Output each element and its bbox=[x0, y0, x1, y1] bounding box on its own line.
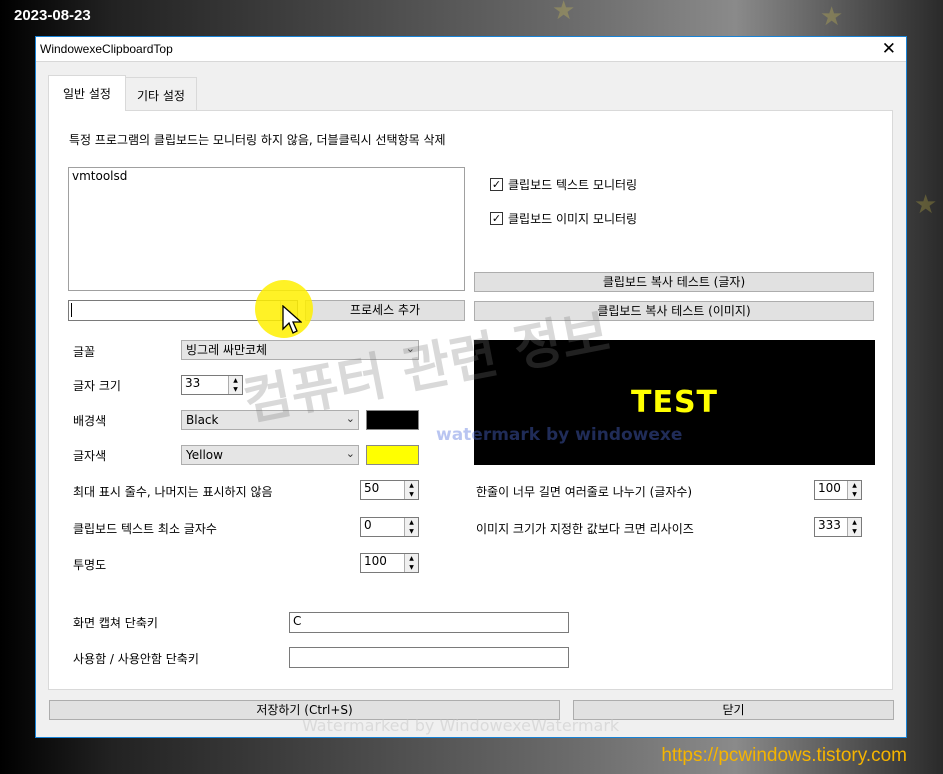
close-button[interactable]: 닫기 bbox=[573, 700, 894, 720]
spin-down-icon[interactable]: ▼ bbox=[404, 490, 418, 499]
wrap-value: 100 bbox=[818, 481, 841, 495]
title-bar[interactable]: WindowexeClipboardTop ✕ bbox=[36, 37, 906, 62]
spin-down-icon[interactable]: ▼ bbox=[404, 563, 418, 572]
text-color-select[interactable]: Yellow ⌄ bbox=[181, 445, 359, 465]
monitor-text-checkbox[interactable]: ✓ bbox=[490, 178, 503, 191]
font-size-label: 글자 크기 bbox=[73, 379, 121, 393]
bg-color-select[interactable]: Black ⌄ bbox=[181, 410, 359, 430]
copy-test-text-button[interactable]: 클립보드 복사 테스트 (글자) bbox=[474, 272, 874, 292]
tab-other-settings[interactable]: 기타 설정 bbox=[125, 77, 197, 111]
font-size-stepper[interactable]: 33 ▲ ▼ bbox=[181, 375, 243, 395]
wrap-label: 한줄이 너무 길면 여러줄로 나누기 (글자수) bbox=[476, 485, 693, 499]
close-icon[interactable]: ✕ bbox=[882, 39, 896, 59]
text-color-label: 글자색 bbox=[73, 449, 107, 463]
chevron-down-icon[interactable]: ⌄ bbox=[280, 301, 297, 320]
bg-color-label: 배경색 bbox=[73, 414, 107, 428]
process-combo[interactable]: ⌄ bbox=[68, 300, 298, 321]
spin-down-icon[interactable]: ▼ bbox=[847, 527, 861, 536]
font-select[interactable]: 빙그레 싸만코체 ⌄ bbox=[181, 340, 419, 360]
max-lines-stepper[interactable]: 50 ▲ ▼ bbox=[360, 480, 419, 500]
max-lines-value: 50 bbox=[364, 481, 380, 495]
star-icon: ★ bbox=[820, 2, 844, 32]
spin-down-icon[interactable]: ▼ bbox=[847, 490, 861, 499]
font-label: 글꼴 bbox=[73, 345, 96, 359]
monitor-image-checkbox[interactable]: ✓ bbox=[490, 212, 503, 225]
star-icon: ★ bbox=[914, 190, 938, 220]
copy-test-image-button[interactable]: 클립보드 복사 테스트 (이미지) bbox=[474, 301, 874, 321]
chevron-down-icon: ⌄ bbox=[345, 412, 355, 425]
font-value: 빙그레 싸만코체 bbox=[186, 343, 268, 357]
resize-stepper[interactable]: 333 ▲ ▼ bbox=[814, 517, 862, 537]
wrap-stepper[interactable]: 100 ▲ ▼ bbox=[814, 480, 862, 500]
monitor-image-label: 클립보드 이미지 모니터링 bbox=[508, 212, 638, 226]
chevron-down-icon: ⌄ bbox=[345, 447, 355, 460]
tab-label: 기타 설정 bbox=[137, 89, 185, 103]
capture-hotkey-field[interactable]: C bbox=[289, 612, 569, 633]
toggle-hotkey-label: 사용함 / 사용안함 단축키 bbox=[73, 652, 199, 666]
spin-up-icon[interactable]: ▲ bbox=[404, 518, 418, 527]
min-chars-stepper[interactable]: 0 ▲ ▼ bbox=[360, 517, 419, 537]
blog-url: https://pcwindows.tistory.com bbox=[661, 745, 907, 766]
save-button[interactable]: 저장하기 (Ctrl+S) bbox=[49, 700, 560, 720]
min-chars-value: 0 bbox=[364, 518, 372, 532]
preview-box: TEST bbox=[474, 340, 875, 465]
chevron-down-icon: ⌄ bbox=[405, 342, 415, 355]
opacity-stepper[interactable]: 100 ▲ ▼ bbox=[360, 553, 419, 573]
bg-color-swatch[interactable] bbox=[366, 410, 419, 430]
date-stamp: 2023-08-23 bbox=[14, 7, 91, 24]
preview-text: TEST bbox=[630, 385, 719, 420]
tab-label: 일반 설정 bbox=[63, 87, 111, 101]
star-icon: ★ bbox=[552, 0, 576, 26]
text-caret bbox=[71, 303, 72, 317]
spin-down-icon[interactable]: ▼ bbox=[404, 527, 418, 536]
window-title: WindowexeClipboardTop bbox=[40, 42, 173, 56]
text-color-value: Yellow bbox=[186, 448, 223, 462]
font-size-value: 33 bbox=[185, 376, 201, 390]
bg-color-value: Black bbox=[186, 413, 219, 427]
monitor-text-label: 클립보드 텍스트 모니터링 bbox=[508, 178, 638, 192]
toggle-hotkey-field[interactable] bbox=[289, 647, 569, 668]
min-chars-label: 클립보드 텍스트 최소 글자수 bbox=[73, 522, 217, 536]
add-process-button[interactable]: 프로세스 추가 bbox=[305, 300, 465, 321]
spin-down-icon[interactable]: ▼ bbox=[228, 385, 242, 394]
excluded-process-list[interactable]: vmtoolsd bbox=[68, 167, 465, 291]
text-color-swatch[interactable] bbox=[366, 445, 419, 465]
opacity-value: 100 bbox=[364, 554, 387, 568]
exclude-description: 특정 프로그램의 클립보드는 모니터링 하지 않음, 더블클릭시 선택항목 삭제 bbox=[69, 133, 446, 147]
resize-label: 이미지 크기가 지정한 값보다 크면 리사이즈 bbox=[476, 522, 694, 536]
spin-up-icon[interactable]: ▲ bbox=[228, 376, 242, 385]
spin-up-icon[interactable]: ▲ bbox=[847, 481, 861, 490]
spin-up-icon[interactable]: ▲ bbox=[404, 481, 418, 490]
spin-up-icon[interactable]: ▲ bbox=[404, 554, 418, 563]
capture-hotkey-label: 화면 캡쳐 단축키 bbox=[73, 616, 158, 630]
resize-value: 333 bbox=[818, 518, 841, 532]
max-lines-label: 최대 표시 줄수, 나머지는 표시하지 않음 bbox=[73, 485, 273, 499]
list-item[interactable]: vmtoolsd bbox=[72, 169, 461, 183]
tab-general-settings[interactable]: 일반 설정 bbox=[48, 75, 126, 111]
opacity-label: 투명도 bbox=[73, 558, 107, 572]
spin-up-icon[interactable]: ▲ bbox=[847, 518, 861, 527]
